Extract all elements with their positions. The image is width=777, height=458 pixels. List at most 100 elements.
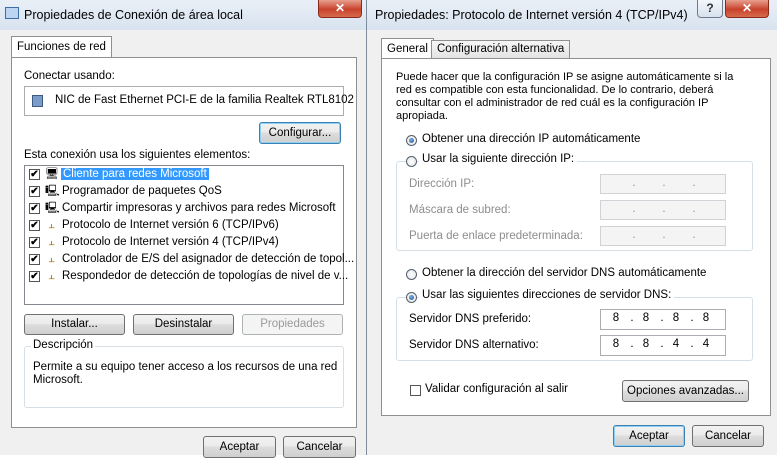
ok-button-label: Aceptar <box>629 430 669 442</box>
ip-octet: 8 <box>642 312 650 324</box>
close-button[interactable]: ✕ <box>725 0 769 18</box>
ip-auto-radio[interactable] <box>406 135 417 146</box>
info-line-2: red es compatible con esta funcionalidad… <box>396 84 714 96</box>
validate-checkbox[interactable] <box>410 385 421 396</box>
list-item[interactable]: ✔ ⫠ Respondedor de detección de topologí… <box>25 269 348 285</box>
ip-octet: 8 <box>702 312 710 324</box>
ip-address-input[interactable]: . . . <box>600 174 726 194</box>
ip-dot: . <box>630 312 634 324</box>
list-item[interactable]: ✔ ⫠ Protocolo de Internet versión 6 (TCP… <box>25 218 341 234</box>
list-item-label: Protocolo de Internet versión 4 (TCP/IPv… <box>62 236 279 248</box>
cancel-button[interactable]: Cancelar <box>692 425 764 447</box>
dns-manual-radio[interactable] <box>406 292 417 303</box>
close-icon: ✕ <box>334 1 346 15</box>
tab-general[interactable]: General <box>381 38 434 59</box>
tab-label: Configuración alternativa <box>437 43 565 55</box>
ip-dot: . <box>690 312 694 324</box>
gateway-input[interactable]: . . . <box>600 226 726 246</box>
ip-dot: . <box>662 177 666 189</box>
ip-manual-radio[interactable] <box>406 156 417 167</box>
ip-dot: . <box>660 312 664 324</box>
ip-octet: 4 <box>702 338 710 350</box>
checkbox[interactable]: ✔ <box>29 254 40 265</box>
cancel-button-label: Cancelar <box>296 441 343 453</box>
protocol-icon: ⫠ <box>48 236 55 248</box>
dns-auto-radio[interactable] <box>406 269 417 280</box>
ip-manual-label[interactable]: Usar la siguiente dirección IP: <box>419 153 578 165</box>
tab-funciones-de-red[interactable]: Funciones de red <box>11 36 112 58</box>
gateway-label: Puerta de enlace predeterminada: <box>409 230 583 242</box>
description-title: Descripción <box>31 339 96 351</box>
ip-dot: . <box>632 229 636 241</box>
checkbox[interactable]: ✔ <box>29 237 40 248</box>
ip-dot: . <box>630 338 634 350</box>
network-adapter-icon <box>32 95 43 107</box>
ip-dot: . <box>692 177 696 189</box>
ip-octet: 8 <box>612 312 620 324</box>
list-item[interactable]: ✔ 🖳 Compartir impresoras y archivos para… <box>25 201 341 217</box>
description-text-line2: Microsoft. <box>33 374 83 386</box>
list-item-label: Programador de paquetes QoS <box>62 185 222 197</box>
adapter-name: NIC de Fast Ethernet PCI-E de la familia… <box>55 94 354 106</box>
list-item-label: Compartir impresoras y archivos para red… <box>62 202 336 214</box>
description-group: Descripción Permite a su equipo tener ac… <box>24 339 344 408</box>
ok-button[interactable]: Aceptar <box>613 425 685 447</box>
tab-label: General <box>387 43 428 55</box>
checkbox[interactable]: ✔ <box>29 186 40 197</box>
client-icon: 🖥 <box>45 168 59 180</box>
configure-button[interactable]: Configurar... <box>259 122 341 144</box>
cancel-button-label: Cancelar <box>704 430 752 442</box>
ipv4-properties-window: Propiedades: Protocolo de Internet versi… <box>366 0 777 455</box>
ip-dot: . <box>692 229 696 241</box>
window-title: Propiedades de Conexión de área local <box>24 8 243 22</box>
close-button[interactable]: ✕ <box>318 0 362 18</box>
service-icon: 🖳 <box>45 202 60 214</box>
protocol-icon: ⫠ <box>48 270 55 282</box>
list-item[interactable]: ✔ 🖥 Cliente para redes Microsoft <box>25 167 341 183</box>
help-button[interactable]: ? <box>697 0 723 18</box>
ok-button-label: Aceptar <box>219 441 260 453</box>
ip-octet: 8 <box>612 338 620 350</box>
ip-auto-label[interactable]: Obtener una dirección IP automáticamente <box>422 133 640 145</box>
properties-button-label: Propiedades <box>260 318 325 330</box>
list-item[interactable]: ✔ ⫠ Controlador de E/S del asignador de … <box>25 252 354 268</box>
advanced-options-button-label: Opciones avanzadas... <box>627 385 744 397</box>
validate-label[interactable]: Validar configuración al salir <box>425 383 568 395</box>
subnet-label: Máscara de subred: <box>409 204 511 216</box>
ip-octet: 8 <box>672 312 680 324</box>
ipv4-titlebar: Propiedades: Protocolo de Internet versi… <box>367 0 777 30</box>
checkbox[interactable]: ✔ <box>29 220 40 231</box>
ip-dot: . <box>662 229 666 241</box>
dns-manual-label[interactable]: Usar las siguientes direcciones de servi… <box>419 289 675 301</box>
ip-dot: . <box>660 338 664 350</box>
network-icon <box>5 7 19 19</box>
ip-manual-group: Usar la siguiente dirección IP: Direcció… <box>396 153 753 251</box>
info-line-3: consultar con el administrador de red cu… <box>396 97 709 109</box>
checkbox[interactable]: ✔ <box>29 271 40 282</box>
ip-octet: 8 <box>642 338 650 350</box>
description-text-line1: Permite a su equipo tener acceso a los r… <box>33 361 338 373</box>
components-list[interactable]: ✔ 🖥 Cliente para redes Microsoft ✔ 🖳 Pro… <box>24 165 354 305</box>
dns-auto-label[interactable]: Obtener la dirección del servidor DNS au… <box>422 267 706 279</box>
uninstall-button[interactable]: Desinstalar <box>133 314 234 335</box>
preferred-dns-input[interactable]: 8 . 8 . 8 . 8 <box>600 309 726 330</box>
checkbox[interactable]: ✔ <box>29 203 40 214</box>
list-item[interactable]: ✔ 🖳 Programador de paquetes QoS <box>25 184 341 200</box>
general-tab-panel: Puede hacer que la configuración IP se a… <box>381 58 771 416</box>
properties-button[interactable]: Propiedades <box>242 314 343 335</box>
components-label: Esta conexión usa los siguientes element… <box>24 149 251 161</box>
tab-configuracion-alternativa[interactable]: Configuración alternativa <box>431 40 571 58</box>
close-icon: ✕ <box>741 1 753 15</box>
install-button[interactable]: Instalar... <box>24 314 125 335</box>
subnet-input[interactable]: . . . <box>600 200 726 220</box>
service-icon: 🖳 <box>45 185 60 197</box>
ip-dot: . <box>632 203 636 215</box>
protocol-icon: ⫠ <box>48 253 55 265</box>
list-item[interactable]: ✔ ⫠ Protocolo de Internet versión 4 (TCP… <box>25 235 341 251</box>
advanced-options-button[interactable]: Opciones avanzadas... <box>622 380 749 402</box>
checkbox[interactable]: ✔ <box>29 169 40 180</box>
alternate-dns-input[interactable]: 8 . 8 . 4 . 4 <box>600 335 726 356</box>
ip-address-label: Dirección IP: <box>409 178 475 190</box>
alternate-dns-label: Servidor DNS alternativo: <box>409 339 539 351</box>
window-title: Propiedades: Protocolo de Internet versi… <box>375 8 688 22</box>
